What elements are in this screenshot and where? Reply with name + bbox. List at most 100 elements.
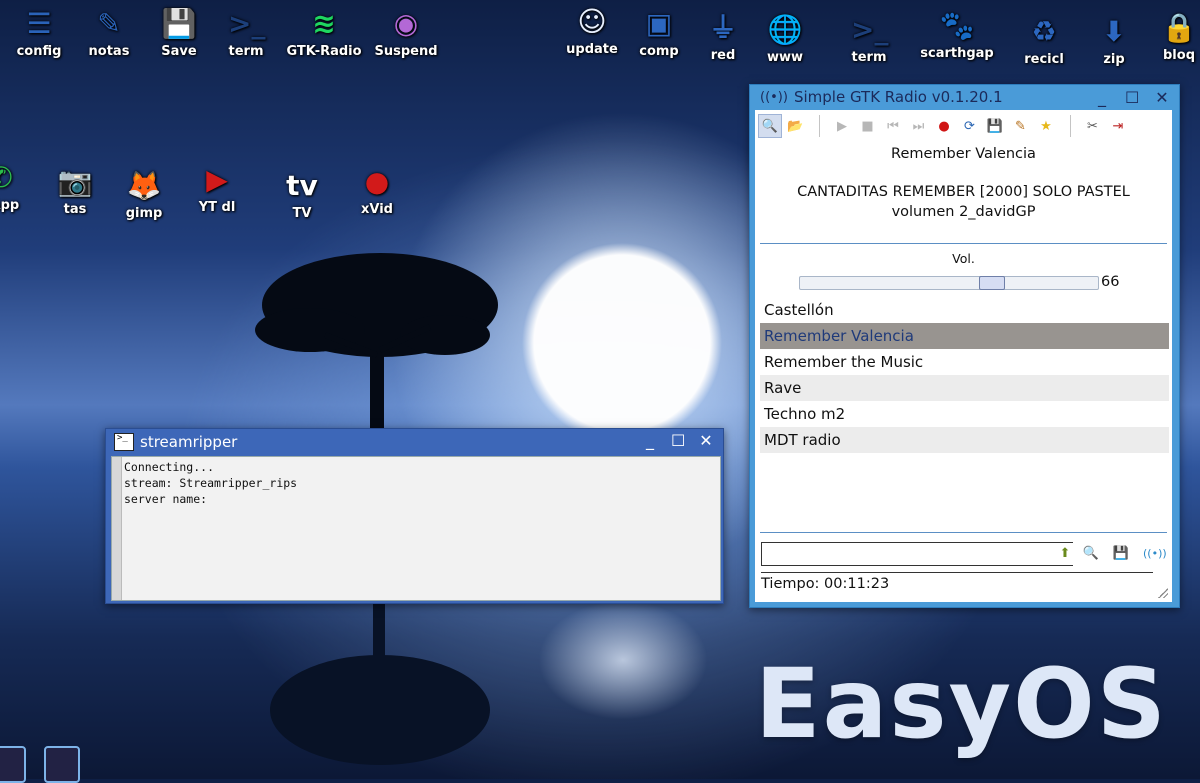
desktop-icon-sapp[interactable]: ✆ sApp — [0, 160, 40, 213]
desktop-icon-label: scarthgap — [920, 46, 994, 61]
minimize-button[interactable]: _ — [1095, 88, 1109, 107]
close-button[interactable]: ✕ — [1155, 88, 1169, 107]
drive-unmounted-icon[interactable] — [44, 746, 80, 783]
desktop-icon-gtk-radio[interactable]: ≋ GTK-Radio — [285, 6, 363, 59]
spotify-radio-icon: ≋ — [312, 7, 336, 40]
update-icon: ☺ — [577, 5, 607, 38]
radio-body: 🔍 📂 ▶ ■ ⏮ ⏭ ● ⟳ 💾 ✎ ★ ✂ ⇥ Remember Valencia CANTADIT… — [755, 110, 1172, 602]
streamripper-window: streamripper _ ☐ ✕ Connecting... stream:… — [105, 428, 724, 604]
desktop-icon-www[interactable]: 🌐 www — [746, 12, 824, 65]
search-icon[interactable]: 🔍 — [1081, 544, 1101, 564]
desktop-icon-label: term — [851, 50, 887, 65]
resize-grip[interactable] — [1158, 588, 1168, 598]
desktop-icon-label: term — [228, 44, 264, 59]
open-folder-button[interactable]: 📂 — [784, 114, 808, 138]
desktop-icon-tv[interactable]: tv TV — [263, 168, 341, 221]
search-input[interactable] — [761, 542, 1073, 566]
search-tool-button[interactable]: 🔍 — [758, 114, 782, 138]
desktop-icon-label: TV — [292, 206, 312, 221]
radio-window-controls: _ ☐ ✕ — [1095, 88, 1169, 107]
station-list-item[interactable]: Remember the Music — [760, 349, 1169, 375]
add-station-icon[interactable]: ⬆ — [1055, 544, 1075, 564]
whatsapp-icon: ✆ — [0, 161, 13, 194]
desktop-icon-label: config — [16, 44, 62, 59]
volume-slider[interactable] — [799, 276, 1099, 290]
stream-icon[interactable]: ((•)) — [1143, 544, 1167, 564]
desktop-icon-label: GTK-Radio — [286, 44, 362, 59]
suspend-icon: ◉ — [393, 7, 419, 40]
streamripper-scrollbar[interactable] — [112, 457, 122, 600]
computer-icon: ▣ — [645, 7, 673, 40]
maximize-button[interactable]: ☐ — [671, 431, 685, 450]
desktop-icon-recicl[interactable]: ♻ recicl — [1005, 14, 1083, 67]
drive-icon[interactable] — [0, 746, 26, 783]
exit-button[interactable]: ⇥ — [1106, 114, 1130, 138]
desktop-icon-tas[interactable]: 📷 tas — [36, 164, 114, 217]
desktop-icon-suspend[interactable]: ◉ Suspend — [367, 6, 445, 59]
radio-toolbar: 🔍 📂 ▶ ■ ⏮ ⏭ ● ⟳ 💾 ✎ ★ ✂ ⇥ — [758, 113, 1168, 139]
station-list-item[interactable]: MDT radio — [760, 427, 1169, 453]
station-list-item[interactable]: Remember Valencia — [760, 323, 1169, 349]
desktop-icon-label: www — [766, 50, 804, 65]
desktop-icon-bloq[interactable]: 🔒 bloq — [1140, 10, 1200, 63]
desktop-icon-label: notas — [88, 44, 130, 59]
previous-button[interactable]: ⏮ — [881, 114, 905, 138]
station-list-item[interactable]: Techno m2 — [760, 401, 1169, 427]
globe-locked-icon: 🌐 — [767, 13, 803, 46]
station-list: Castellón Remember Valencia Remember the M… — [760, 297, 1169, 453]
desktop-icon-config[interactable]: ☰ config — [0, 6, 78, 59]
maximize-button[interactable]: ☐ — [1125, 88, 1139, 107]
desktop-icon-label: recicl — [1024, 52, 1064, 67]
recycle-bin-icon: ♻ — [1031, 15, 1057, 48]
favorite-button[interactable]: ★ — [1034, 114, 1058, 138]
refresh-button[interactable]: ⟳ — [958, 114, 982, 138]
elapsed-time: Tiempo: 00:11:23 — [761, 576, 890, 592]
desktop-icon-label: gimp — [125, 206, 163, 221]
desktop-icon-notas[interactable]: ✎ notas — [70, 6, 148, 59]
streamripper-output-text: Connecting... stream: Streamripper_rips … — [124, 460, 298, 506]
padlock-icon: 🔒 — [1161, 11, 1197, 44]
radio-titlebar[interactable]: ((•)) Simple GTK Radio v0.1.20.1 — [760, 88, 1003, 106]
streamripper-window-controls: _ ☐ ✕ — [643, 431, 713, 450]
network-plug-icon: ⏚ — [708, 11, 737, 44]
toolbar-separator — [1069, 115, 1071, 137]
station-list-item[interactable]: Rave — [760, 375, 1169, 401]
tree-reflection — [270, 600, 490, 765]
station-list-item[interactable]: Castellón — [760, 297, 1169, 323]
record-button[interactable]: ● — [932, 114, 956, 138]
zip-box-icon: ⬇ — [1102, 15, 1126, 48]
camera-icon: 📷 — [57, 165, 93, 198]
minimize-button[interactable]: _ — [643, 431, 657, 450]
desktop-icon-xvid[interactable]: ● xVid — [338, 164, 416, 217]
streamripper-output-area[interactable]: Connecting... stream: Streamripper_rips … — [111, 456, 721, 601]
desktop-icon-label: sApp — [0, 198, 20, 213]
volume-label: Vol. — [952, 251, 975, 266]
streamripper-titlebar[interactable]: streamripper — [114, 431, 237, 453]
streamripper-title: streamripper — [140, 433, 238, 451]
now-playing-station: Remember Valencia — [891, 146, 1036, 162]
edit-button[interactable]: ✎ — [1009, 114, 1033, 138]
close-button[interactable]: ✕ — [699, 431, 713, 450]
sliders-icon: ☰ — [26, 7, 52, 40]
save-button[interactable]: 💾 — [983, 114, 1007, 138]
next-button[interactable]: ⏭ — [907, 114, 931, 138]
desktop-icon-gimp[interactable]: 🦊 gimp — [105, 168, 183, 221]
save-icon[interactable]: 💾 — [1111, 544, 1131, 564]
desktop-icon-label: tas — [63, 202, 87, 217]
play-button[interactable]: ▶ — [830, 114, 854, 138]
desktop-icon-term[interactable]: >_ term — [207, 6, 285, 59]
desktop-icon-label: YT dl — [198, 200, 236, 215]
radio-title: Simple GTK Radio v0.1.20.1 — [793, 88, 1003, 106]
desktop-icon-label: xVid — [361, 202, 393, 217]
stop-button[interactable]: ■ — [856, 114, 880, 138]
tools-button[interactable]: ✂ — [1081, 114, 1105, 138]
desktop-icon-term[interactable]: >_term — [830, 12, 908, 65]
divider — [760, 532, 1167, 533]
puppy-locked-icon: 🐾 — [939, 9, 975, 42]
youtube-icon: ▶ — [206, 163, 228, 196]
desktop-icon-yt-dl[interactable]: ▶ YT dl — [178, 162, 256, 215]
desktop-icon-scarthgap[interactable]: 🐾 scarthgap — [918, 8, 996, 61]
volume-slider-thumb[interactable] — [978, 276, 1005, 290]
now-playing-track: CANTADITAS REMEMBER [2000] SOLO PASTEL v… — [797, 184, 1130, 220]
terminal-locked-icon: >_ — [851, 13, 889, 46]
